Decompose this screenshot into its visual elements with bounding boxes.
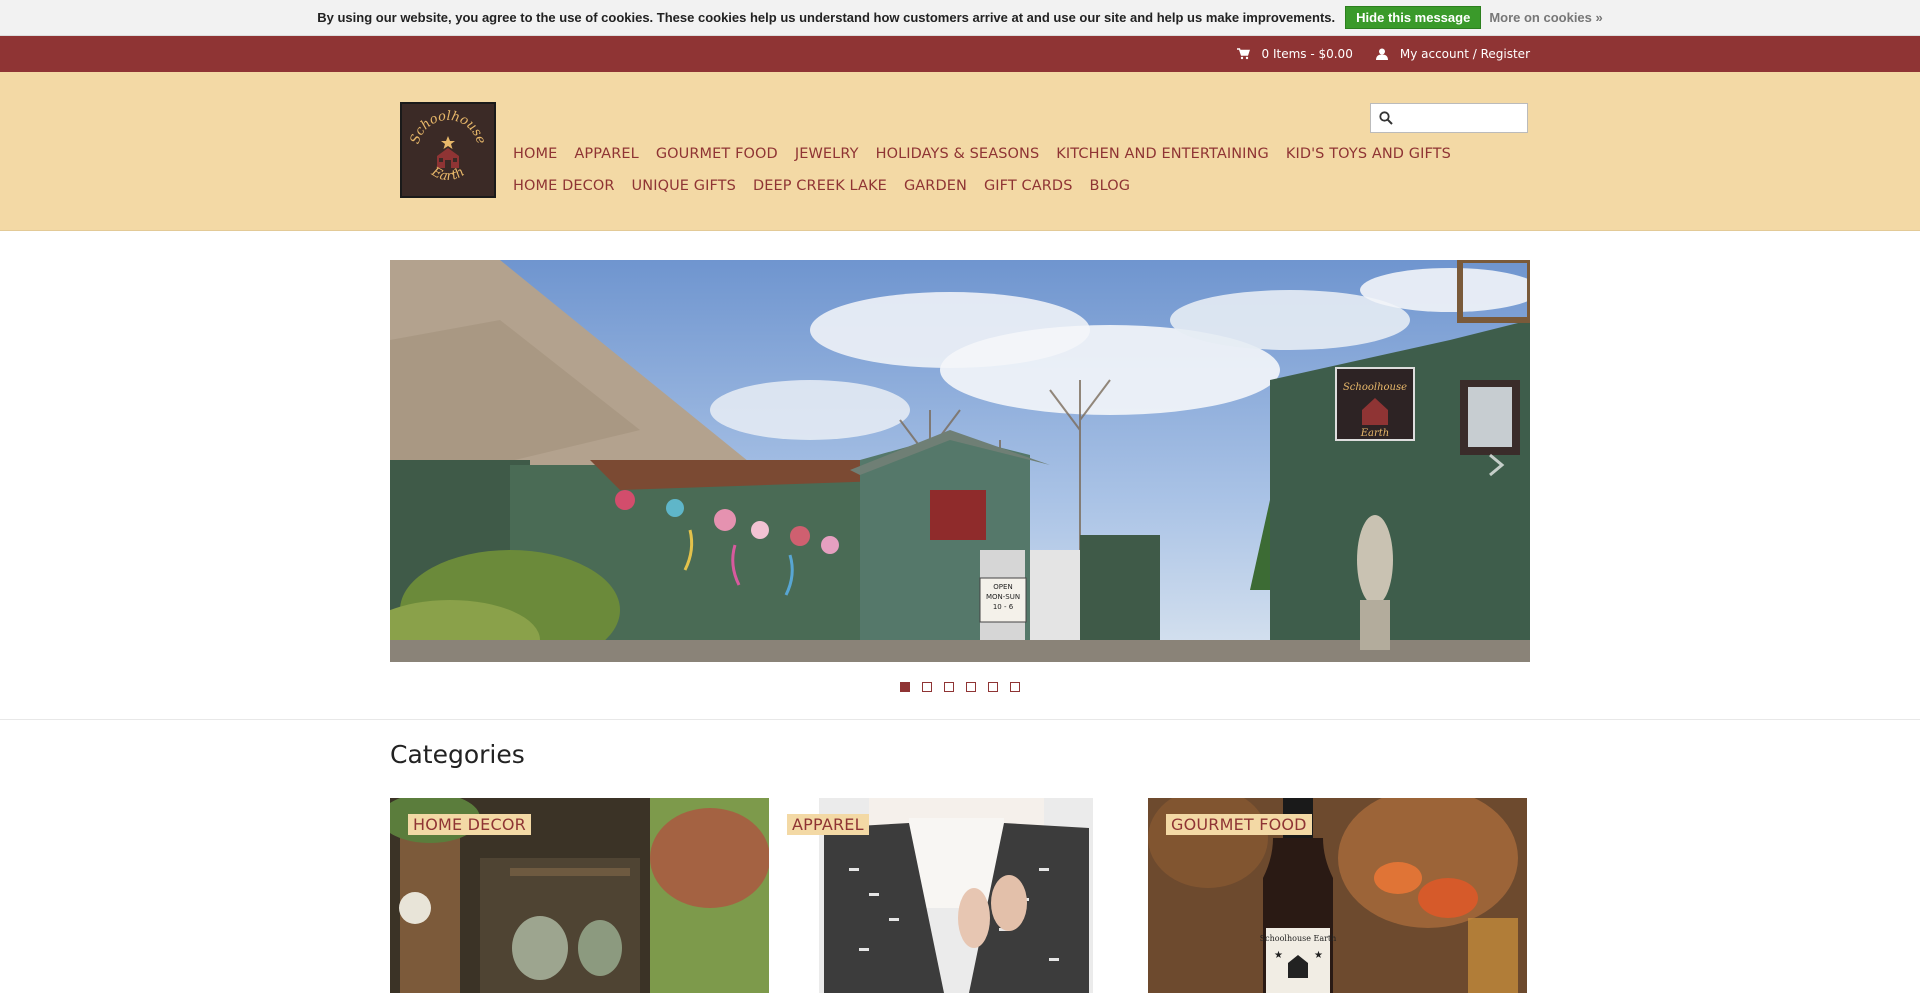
nav-blog[interactable]: BLOG [1090, 170, 1131, 202]
svg-text:Earth: Earth [1360, 428, 1390, 439]
account-label: My account / Register [1399, 47, 1530, 61]
nav-holidays-seasons[interactable]: HOLIDAYS & SEASONS [876, 138, 1040, 170]
nav-home[interactable]: HOME [513, 138, 557, 170]
nav-apparel[interactable]: APPAREL [574, 138, 638, 170]
nav-kids-toys-gifts[interactable]: KID'S TOYS AND GIFTS [1286, 138, 1451, 170]
search-icon [1379, 111, 1393, 125]
user-icon [1375, 48, 1388, 60]
nav-deep-creek-lake[interactable]: DEEP CREEK LAKE [753, 170, 887, 202]
category-card-apparel[interactable]: APPAREL [769, 798, 1148, 993]
category-label: HOME DECOR [408, 814, 531, 835]
svg-text:Schoolhouse: Schoolhouse [1343, 382, 1407, 393]
hero-slider[interactable]: OPEN MON-SUN 10 - 6 Schoolhouse Earth [390, 260, 1530, 662]
cart-icon [1236, 48, 1250, 60]
svg-text:★: ★ [1274, 950, 1283, 961]
slide-dot-4[interactable] [966, 682, 976, 692]
slide-dot-2[interactable] [922, 682, 932, 692]
nav-kitchen-entertaining[interactable]: KITCHEN AND ENTERTAINING [1056, 138, 1269, 170]
site-logo[interactable]: Schoolhouse Earth [400, 102, 496, 198]
top-bar: 0 Items - $0.00 My account / Register [0, 36, 1920, 72]
main-navigation: HOME APPAREL GOURMET FOOD JEWELRY HOLIDA… [513, 138, 1523, 202]
slide-dot-1[interactable] [900, 682, 910, 692]
cookie-message: By using our website, you agree to the u… [317, 10, 1336, 25]
category-card-home-decor[interactable]: HOME DECOR [390, 798, 769, 993]
category-card-gourmet-food[interactable]: Schoolhouse Earth ★ ★ GOURMET FOOD [1148, 798, 1527, 993]
hide-cookie-message-button[interactable]: Hide this message [1345, 6, 1482, 29]
search-box[interactable] [1370, 103, 1528, 133]
nav-gourmet-food[interactable]: GOURMET FOOD [656, 138, 778, 170]
nav-home-decor[interactable]: HOME DECOR [513, 170, 615, 202]
categories-heading: Categories [390, 740, 525, 769]
slider-pagination [0, 682, 1920, 692]
svg-text:Schoolhouse Earth: Schoolhouse Earth [1260, 934, 1337, 943]
search-input[interactable] [1399, 110, 1521, 126]
slide-dot-3[interactable] [944, 682, 954, 692]
svg-text:OPEN: OPEN [993, 583, 1012, 591]
nav-unique-gifts[interactable]: UNIQUE GIFTS [632, 170, 736, 202]
svg-text:MON-SUN: MON-SUN [986, 593, 1020, 601]
svg-text:10 - 6: 10 - 6 [993, 603, 1014, 611]
hero-image-storefront: OPEN MON-SUN 10 - 6 Schoolhouse Earth [390, 260, 1530, 662]
nav-garden[interactable]: GARDEN [904, 170, 967, 202]
cookie-banner: By using our website, you agree to the u… [0, 0, 1920, 36]
cart-link[interactable]: 0 Items - $0.00 [1236, 47, 1353, 61]
section-divider [0, 719, 1920, 720]
more-on-cookies-link[interactable]: More on cookies » [1489, 10, 1602, 25]
site-header: Schoolhouse Earth HOME APPAREL GOURMET F… [0, 72, 1920, 231]
category-label: APPAREL [787, 814, 869, 835]
cart-summary: 0 Items - $0.00 [1261, 47, 1353, 61]
svg-text:★: ★ [1314, 950, 1323, 961]
account-link[interactable]: My account / Register [1375, 47, 1530, 61]
slide-dot-5[interactable] [988, 682, 998, 692]
slide-dot-6[interactable] [1010, 682, 1020, 692]
nav-gift-cards[interactable]: GIFT CARDS [984, 170, 1073, 202]
nav-jewelry[interactable]: JEWELRY [795, 138, 859, 170]
category-label: GOURMET FOOD [1166, 814, 1312, 835]
